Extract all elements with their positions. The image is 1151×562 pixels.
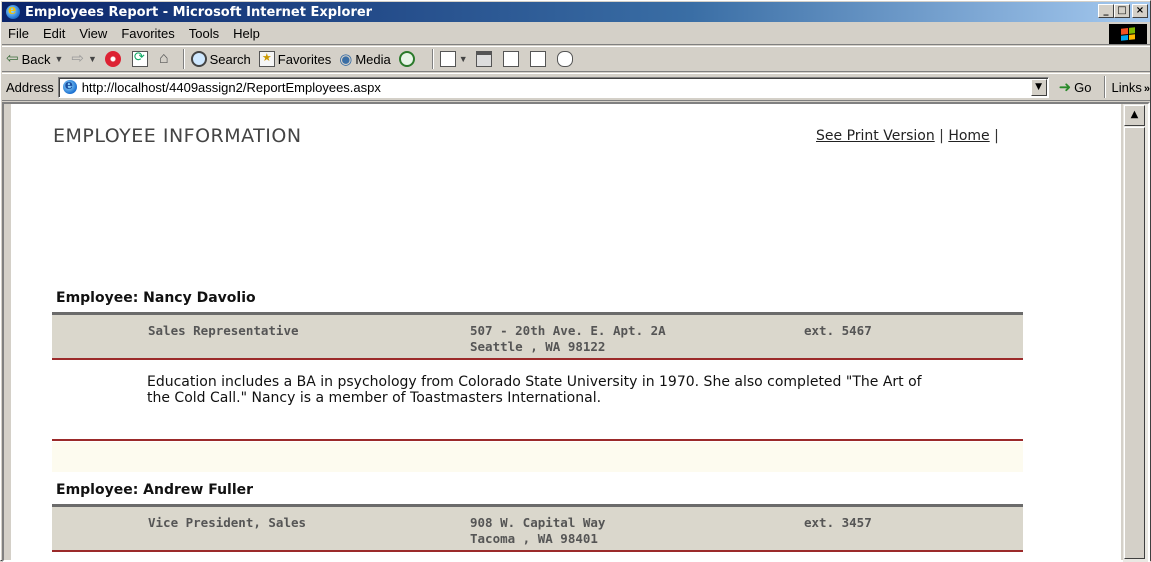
search-button[interactable]: Search: [190, 51, 251, 67]
search-icon: [190, 51, 207, 67]
home-button[interactable]: ⌂: [159, 50, 169, 68]
back-button[interactable]: ⇦ Back ▼: [6, 51, 63, 67]
go-label: Go: [1074, 79, 1092, 95]
vertical-scrollbar[interactable]: ▲: [1123, 104, 1148, 562]
forward-dropdown-icon[interactable]: ▼: [88, 54, 97, 64]
history-button[interactable]: [398, 51, 418, 67]
menu-bar: File Edit View Favorites Tools Help: [2, 23, 1150, 45]
home-link[interactable]: Home: [948, 128, 989, 144]
search-label: Search: [209, 51, 251, 67]
mail-icon: [439, 51, 456, 67]
employee-extension: ext. 3457: [804, 515, 872, 530]
menu-help[interactable]: Help: [226, 26, 267, 41]
discuss-button[interactable]: [529, 51, 549, 67]
favorites-label: Favorites: [277, 51, 332, 67]
address-dropdown-icon[interactable]: ▼: [1030, 78, 1047, 96]
links-label: Links: [1111, 79, 1142, 95]
scroll-thumb[interactable]: [1124, 127, 1145, 559]
menu-edit[interactable]: Edit: [36, 26, 72, 41]
document-icon: [529, 51, 546, 67]
employee-extension: ext. 5467: [804, 323, 872, 338]
messenger-icon: [556, 51, 573, 67]
edit-icon: [502, 51, 519, 67]
favorites-icon: ★: [258, 51, 275, 67]
favorites-button[interactable]: ★ Favorites: [258, 51, 332, 67]
address-input[interactable]: e http://localhost/4409assign2/ReportEmp…: [57, 76, 1049, 98]
menu-tools[interactable]: Tools: [182, 26, 226, 41]
back-dropdown-icon[interactable]: ▼: [54, 54, 63, 64]
address-url[interactable]: http://localhost/4409assign2/ReportEmplo…: [82, 80, 381, 95]
address-bar: Address e http://localhost/4409assign2/R…: [2, 73, 1150, 101]
go-arrow-icon: ➜: [1058, 79, 1072, 96]
maximize-button[interactable]: □: [1114, 4, 1130, 18]
mail-dropdown-icon[interactable]: ▼: [459, 54, 468, 64]
notes-divider: [52, 439, 1023, 441]
employee-title: Sales Representative: [148, 323, 299, 338]
minimize-button[interactable]: _: [1098, 4, 1114, 18]
home-icon: ⌂: [158, 50, 169, 67]
address-label: Address: [6, 79, 54, 95]
links-separator: [1103, 76, 1106, 98]
link-separator: |: [994, 128, 999, 144]
address-line-2: Tacoma , WA 98401: [470, 531, 598, 546]
address-line-1: 507 - 20th Ave. E. Apt. 2A: [470, 323, 666, 338]
address-line-1: 908 W. Capital Way: [470, 515, 606, 530]
edit-button[interactable]: [502, 51, 522, 67]
mail-button[interactable]: ▼: [439, 51, 468, 67]
page-icon: e: [62, 78, 78, 95]
history-icon: [398, 51, 415, 67]
link-separator: |: [939, 128, 944, 144]
employee-address: 908 W. Capital Way Tacoma , WA 98401: [470, 515, 605, 547]
row-spacer: [52, 442, 1023, 472]
menu-view[interactable]: View: [72, 26, 114, 41]
messenger-button[interactable]: [556, 51, 576, 67]
back-label: Back: [21, 51, 51, 67]
window-title: Employees Report - Microsoft Internet Ex…: [25, 4, 373, 20]
stop-icon: [104, 51, 121, 67]
media-button[interactable]: ◉ Media: [339, 50, 391, 68]
forward-arrow-icon: ⇨: [71, 50, 84, 67]
employee-heading: Employee: Andrew Fuller: [56, 482, 254, 498]
menu-favorites[interactable]: Favorites: [114, 26, 181, 41]
employee-heading: Employee: Nancy Davolio: [56, 290, 256, 306]
links-button[interactable]: Links»: [1112, 80, 1150, 95]
browser-window: e Employees Report - Microsoft Internet …: [0, 0, 1151, 562]
windows-logo-icon: [1109, 24, 1147, 44]
toolbar-separator: [431, 49, 434, 69]
employee-notes: Education includes a BA in psychology fr…: [147, 374, 922, 406]
employee-title: Vice President, Sales: [148, 515, 307, 530]
toolbar-separator: [182, 49, 185, 69]
ie-icon: e: [5, 3, 21, 20]
menu-file[interactable]: File: [2, 26, 36, 41]
page-title: EMPLOYEE INFORMATION: [53, 125, 302, 147]
back-arrow-icon: ⇦: [6, 50, 19, 67]
refresh-icon: [131, 49, 148, 67]
employee-summary-row: Sales Representative 507 - 20th Ave. E. …: [52, 312, 1023, 360]
top-links: See Print Version | Home |: [816, 128, 999, 144]
refresh-button[interactable]: [131, 49, 151, 67]
media-label: Media: [355, 51, 391, 67]
title-bar[interactable]: e Employees Report - Microsoft Internet …: [2, 2, 1150, 22]
employee-summary-row: Vice President, Sales 908 W. Capital Way…: [52, 504, 1023, 552]
address-line-2: Seattle , WA 98122: [470, 339, 606, 354]
stop-button[interactable]: [104, 51, 124, 67]
standard-toolbar: ⇦ Back ▼ ⇨ ▼ ⌂ Search ★ Favorites ◉ Medi…: [2, 46, 1150, 72]
scroll-up-icon[interactable]: ▲: [1124, 105, 1145, 126]
forward-button[interactable]: ⇨ ▼: [71, 51, 97, 67]
print-icon: [475, 51, 492, 67]
go-button[interactable]: ➜ Go: [1059, 78, 1092, 96]
media-icon: ◉: [339, 51, 353, 68]
print-button[interactable]: [475, 51, 495, 67]
print-version-link[interactable]: See Print Version: [816, 128, 935, 144]
close-button[interactable]: ×: [1132, 4, 1148, 18]
employee-address: 507 - 20th Ave. E. Apt. 2A Seattle , WA …: [470, 323, 666, 355]
chevron-right-icon: »: [1143, 82, 1150, 95]
